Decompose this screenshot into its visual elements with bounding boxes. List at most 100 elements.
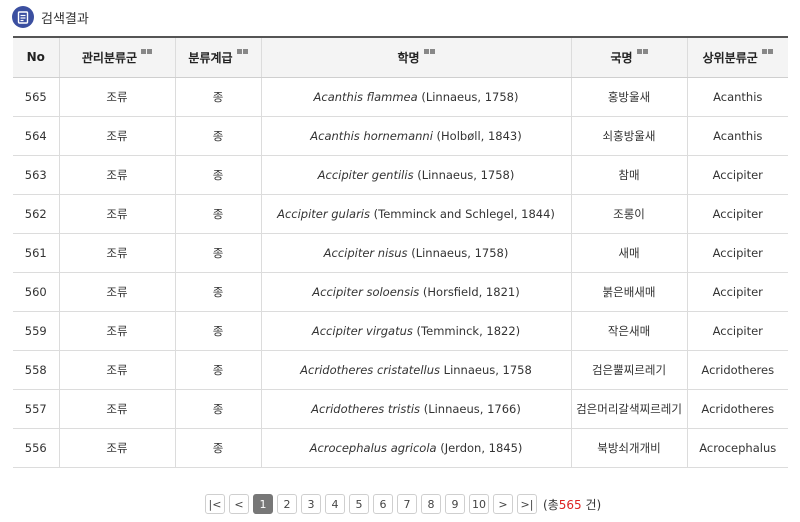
table-row[interactable]: 557 조류 종 Acridotheres tristis (Linnaeus,… bbox=[13, 389, 788, 429]
cell-no: 562 bbox=[13, 194, 59, 234]
page-button-8[interactable]: 8 bbox=[421, 494, 441, 514]
cell-korean-name: 조롱이 bbox=[570, 194, 687, 234]
cell-parent-taxon: Accipiter bbox=[686, 272, 788, 312]
table-row[interactable]: 563 조류 종 Accipiter gentilis (Linnaeus, 1… bbox=[13, 155, 788, 195]
next-page-button[interactable]: > bbox=[493, 494, 513, 514]
cell-rank: 종 bbox=[174, 311, 261, 351]
total-count: (총565 건) bbox=[543, 497, 602, 512]
cell-group: 조류 bbox=[58, 155, 175, 195]
cell-no: 558 bbox=[13, 350, 59, 390]
cell-group: 조류 bbox=[58, 194, 175, 234]
cell-scientific-name[interactable]: Accipiter nisus (Linnaeus, 1758) bbox=[260, 233, 571, 273]
table-row[interactable]: 561 조류 종 Accipiter nisus (Linnaeus, 1758… bbox=[13, 233, 788, 273]
cell-parent-taxon: Accipiter bbox=[686, 233, 788, 273]
pagination: |< < 1 2 3 4 5 6 7 8 9 10 > >| (총565 건) bbox=[205, 494, 601, 514]
page-button-6[interactable]: 6 bbox=[373, 494, 393, 514]
table-row[interactable]: 562 조류 종 Accipiter gularis (Temminck and… bbox=[13, 194, 788, 234]
cell-scientific-name[interactable]: Accipiter gularis (Temminck and Schlegel… bbox=[260, 194, 571, 234]
cell-rank: 종 bbox=[174, 428, 261, 468]
cell-group: 조류 bbox=[58, 233, 175, 273]
sort-icon[interactable] bbox=[423, 48, 435, 54]
cell-parent-taxon: Acrocephalus bbox=[686, 428, 788, 468]
cell-korean-name: 작은새매 bbox=[570, 311, 687, 351]
cell-korean-name: 검은머리갈색찌르레기 bbox=[570, 389, 687, 429]
cell-no: 559 bbox=[13, 311, 59, 351]
table-row[interactable]: 560 조류 종 Accipiter soloensis (Horsfield,… bbox=[13, 272, 788, 312]
cell-korean-name: 참매 bbox=[570, 155, 687, 195]
cell-scientific-name[interactable]: Accipiter gentilis (Linnaeus, 1758) bbox=[260, 155, 571, 195]
page-button-4[interactable]: 4 bbox=[325, 494, 345, 514]
cell-korean-name: 쇠홍방울새 bbox=[570, 116, 687, 156]
cell-group: 조류 bbox=[58, 389, 175, 429]
cell-no: 561 bbox=[13, 233, 59, 273]
cell-scientific-name[interactable]: Acanthis hornemanni (Holbøll, 1843) bbox=[260, 116, 571, 156]
cell-rank: 종 bbox=[174, 233, 261, 273]
table-row[interactable]: 558 조류 종 Acridotheres cristatellus Linna… bbox=[13, 350, 788, 390]
cell-korean-name: 북방쇠개개비 bbox=[570, 428, 687, 468]
page-button-1[interactable]: 1 bbox=[253, 494, 273, 514]
cell-group: 조류 bbox=[58, 116, 175, 156]
cell-parent-taxon: Acanthis bbox=[686, 77, 788, 117]
column-header-rank[interactable]: 분류계급 bbox=[174, 36, 261, 78]
cell-group: 조류 bbox=[58, 428, 175, 468]
prev-page-button[interactable]: < bbox=[229, 494, 249, 514]
column-header-parent-taxon[interactable]: 상위분류군 bbox=[686, 36, 788, 78]
cell-scientific-name[interactable]: Acanthis flammea (Linnaeus, 1758) bbox=[260, 77, 571, 117]
cell-korean-name: 홍방울새 bbox=[570, 77, 687, 117]
sort-icon[interactable] bbox=[761, 48, 773, 54]
cell-rank: 종 bbox=[174, 389, 261, 429]
cell-korean-name: 검은뿔찌르레기 bbox=[570, 350, 687, 390]
cell-parent-taxon: Accipiter bbox=[686, 311, 788, 351]
column-header-scientific-name[interactable]: 학명 bbox=[260, 36, 571, 78]
cell-parent-taxon: Acanthis bbox=[686, 116, 788, 156]
column-header-no: No bbox=[13, 36, 59, 78]
cell-parent-taxon: Acridotheres bbox=[686, 389, 788, 429]
results-table: No 관리분류군 분류계급 학명 국명 상위분류군 565 조류 종 Acant… bbox=[13, 36, 788, 468]
first-page-button[interactable]: |< bbox=[205, 494, 225, 514]
cell-no: 556 bbox=[13, 428, 59, 468]
document-icon bbox=[12, 6, 34, 28]
cell-group: 조류 bbox=[58, 350, 175, 390]
results-header: 검색결과 bbox=[12, 6, 89, 28]
results-title: 검색결과 bbox=[41, 11, 89, 27]
cell-korean-name: 붉은배새매 bbox=[570, 272, 687, 312]
table-row[interactable]: 564 조류 종 Acanthis hornemanni (Holbøll, 1… bbox=[13, 116, 788, 156]
column-header-korean-name[interactable]: 국명 bbox=[570, 36, 687, 78]
cell-scientific-name[interactable]: Accipiter virgatus (Temminck, 1822) bbox=[260, 311, 571, 351]
cell-rank: 종 bbox=[174, 272, 261, 312]
cell-group: 조류 bbox=[58, 311, 175, 351]
cell-no: 557 bbox=[13, 389, 59, 429]
page-button-5[interactable]: 5 bbox=[349, 494, 369, 514]
last-page-button[interactable]: >| bbox=[517, 494, 537, 514]
cell-scientific-name[interactable]: Acrocephalus agricola (Jerdon, 1845) bbox=[260, 428, 571, 468]
cell-no: 565 bbox=[13, 77, 59, 117]
cell-rank: 종 bbox=[174, 77, 261, 117]
table-row[interactable]: 556 조류 종 Acrocephalus agricola (Jerdon, … bbox=[13, 428, 788, 468]
cell-parent-taxon: Accipiter bbox=[686, 155, 788, 195]
cell-no: 563 bbox=[13, 155, 59, 195]
page-button-10[interactable]: 10 bbox=[469, 494, 489, 514]
page-button-2[interactable]: 2 bbox=[277, 494, 297, 514]
table-header-row: No 관리분류군 분류계급 학명 국명 상위분류군 bbox=[13, 36, 788, 78]
table-row[interactable]: 559 조류 종 Accipiter virgatus (Temminck, 1… bbox=[13, 311, 788, 351]
cell-scientific-name[interactable]: Acridotheres cristatellus Linnaeus, 1758 bbox=[260, 350, 571, 390]
cell-korean-name: 새매 bbox=[570, 233, 687, 273]
cell-group: 조류 bbox=[58, 77, 175, 117]
sort-icon[interactable] bbox=[236, 48, 248, 54]
cell-parent-taxon: Accipiter bbox=[686, 194, 788, 234]
page-button-9[interactable]: 9 bbox=[445, 494, 465, 514]
cell-rank: 종 bbox=[174, 116, 261, 156]
cell-group: 조류 bbox=[58, 272, 175, 312]
cell-no: 560 bbox=[13, 272, 59, 312]
page-button-3[interactable]: 3 bbox=[301, 494, 321, 514]
sort-icon[interactable] bbox=[636, 48, 648, 54]
cell-rank: 종 bbox=[174, 194, 261, 234]
sort-icon[interactable] bbox=[140, 48, 153, 54]
table-row[interactable]: 565 조류 종 Acanthis flammea (Linnaeus, 175… bbox=[13, 77, 788, 117]
cell-rank: 종 bbox=[174, 155, 261, 195]
column-header-group[interactable]: 관리분류군 bbox=[58, 36, 175, 78]
cell-rank: 종 bbox=[174, 350, 261, 390]
page-button-7[interactable]: 7 bbox=[397, 494, 417, 514]
cell-scientific-name[interactable]: Accipiter soloensis (Horsfield, 1821) bbox=[260, 272, 571, 312]
cell-scientific-name[interactable]: Acridotheres tristis (Linnaeus, 1766) bbox=[260, 389, 571, 429]
